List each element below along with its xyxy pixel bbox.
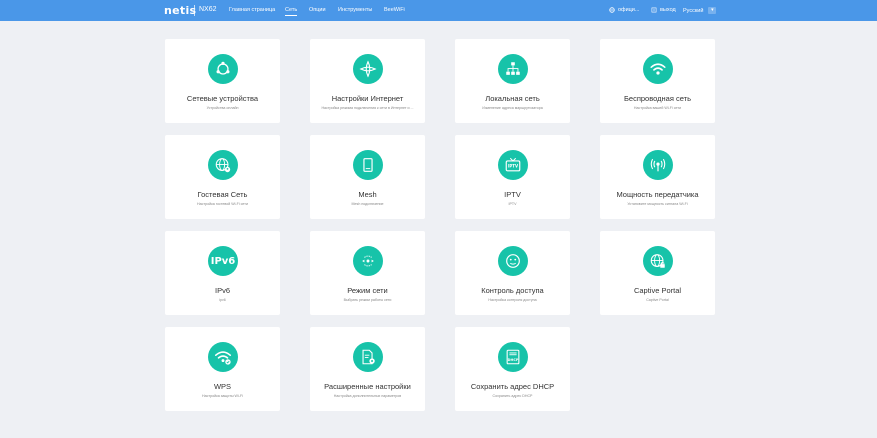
card-title: Сетевые устройства bbox=[186, 94, 259, 103]
nav-options[interactable]: Опции bbox=[309, 7, 326, 13]
card-wireless-network[interactable]: Беспроводная сеть Настройка вашей Wi-Fi … bbox=[600, 39, 715, 123]
top-navigation-bar: netis NX62 Главная страница Сеть Опции И… bbox=[0, 0, 877, 21]
nav-network[interactable]: Сеть bbox=[285, 7, 298, 16]
card-subtitle: IPTV bbox=[508, 202, 517, 206]
card-subtitle: Captive Portal bbox=[646, 298, 669, 302]
card-subtitle: Настройка защиты Wi-Fi bbox=[202, 394, 243, 398]
card-title: Локальная сеть bbox=[485, 94, 540, 103]
card-subtitle: Сохранить адрес DHCP bbox=[492, 394, 533, 398]
globe-icon bbox=[609, 7, 615, 13]
card-title: Mesh bbox=[358, 190, 377, 199]
lan-icon bbox=[498, 54, 528, 84]
captive-portal-icon bbox=[643, 246, 673, 276]
logout-button[interactable]: выход bbox=[651, 7, 676, 13]
logout-label: выход bbox=[660, 7, 676, 13]
ipv6-icon: IPv6 bbox=[208, 246, 238, 276]
card-guest-network[interactable]: Гостевая Сеть Настройка гостевой Wi-Fi с… bbox=[165, 135, 280, 219]
card-title: Беспроводная сеть bbox=[623, 94, 691, 103]
official-site-label: офици... bbox=[618, 7, 640, 13]
card-subtitle: Настройка вашей Wi-Fi сети bbox=[633, 106, 682, 110]
card-internet-settings[interactable]: Настройки Интернет Настройка режима подк… bbox=[310, 39, 425, 123]
internet-settings-icon bbox=[353, 54, 383, 84]
card-dhcp-reservation[interactable]: DHCP Сохранить адрес DHCP Сохранить адре… bbox=[455, 327, 570, 411]
card-network-devices[interactable]: Сетевые устройства Устройства онлайн bbox=[165, 39, 280, 123]
card-title: Режим сети bbox=[347, 286, 388, 295]
nav-tools[interactable]: Инструменты bbox=[338, 7, 372, 13]
brand-logo[interactable]: netis bbox=[164, 4, 196, 17]
card-subtitle: Установите мощность сигнала Wi-Fi bbox=[627, 202, 688, 206]
card-advanced-settings[interactable]: Расширенные настройки Настройка дополнит… bbox=[310, 327, 425, 411]
language-select[interactable]: Русский ▾ bbox=[683, 7, 717, 14]
transmit-power-icon bbox=[643, 150, 673, 180]
card-title: Гостевая Сеть bbox=[197, 190, 248, 199]
card-subtitle: Настройка дополнительных параметров bbox=[333, 394, 402, 398]
card-title: IPTV bbox=[504, 190, 521, 199]
card-access-control[interactable]: Контроль доступа Настройка контроля дост… bbox=[455, 231, 570, 315]
card-title: WPS bbox=[213, 382, 232, 391]
card-subtitle: Mesh подключение bbox=[351, 202, 384, 206]
card-iptv[interactable]: IPTV IPTV IPTV bbox=[455, 135, 570, 219]
network-mode-icon bbox=[353, 246, 383, 276]
card-subtitle: Настройка гостевой Wi-Fi сети bbox=[197, 202, 248, 206]
card-title: IPv6 bbox=[214, 286, 230, 295]
card-title: Настройки Интернет bbox=[331, 94, 404, 103]
card-ipv6[interactable]: IPv6 IPv6 ipv6 bbox=[165, 231, 280, 315]
nav-home[interactable]: Главная страница bbox=[229, 7, 275, 13]
network-devices-icon bbox=[208, 54, 238, 84]
ipv6-icon-label: IPv6 bbox=[210, 255, 236, 267]
wifi-icon bbox=[643, 54, 673, 84]
wps-icon bbox=[208, 342, 238, 372]
dhcp-reservation-icon: DHCP bbox=[498, 342, 528, 372]
iptv-icon-label: IPTV bbox=[508, 164, 519, 169]
mesh-icon bbox=[353, 150, 383, 180]
card-subtitle: ipv6 bbox=[219, 298, 226, 302]
advanced-settings-icon bbox=[353, 342, 383, 372]
language-label: Русский bbox=[683, 7, 704, 14]
logout-icon bbox=[651, 7, 657, 13]
card-title: Сохранить адрес DHCP bbox=[470, 382, 555, 391]
dhcp-icon-label: DHCP bbox=[508, 358, 519, 362]
card-captive-portal[interactable]: Captive Portal Captive Portal bbox=[600, 231, 715, 315]
card-title: Контроль доступа bbox=[481, 286, 544, 295]
access-control-icon bbox=[498, 246, 528, 276]
card-transmit-power[interactable]: Мощность передатчика Установите мощность… bbox=[600, 135, 715, 219]
card-title: Мощность передатчика bbox=[616, 190, 699, 199]
card-title: Captive Portal bbox=[633, 286, 682, 295]
card-wps[interactable]: WPS Настройка защиты Wi-Fi bbox=[165, 327, 280, 411]
official-site-link[interactable]: офици... bbox=[609, 7, 639, 13]
card-title: Расширенные настройки bbox=[324, 382, 411, 391]
card-local-network[interactable]: Локальная сеть Изменение адреса маршрути… bbox=[455, 39, 570, 123]
card-mesh[interactable]: Mesh Mesh подключение bbox=[310, 135, 425, 219]
card-subtitle: Выбрать режим работы сети bbox=[343, 298, 392, 302]
guest-network-icon bbox=[208, 150, 238, 180]
card-subtitle: Настройка режима подключения к сети в Ин… bbox=[321, 106, 414, 110]
card-subtitle: Устройства онлайн bbox=[206, 106, 239, 110]
chevron-down-icon: ▾ bbox=[708, 7, 717, 14]
nav-beewifi[interactable]: BeeWiFi bbox=[384, 7, 405, 13]
card-subtitle: Настройка контроля доступа bbox=[488, 298, 537, 302]
logo-divider bbox=[194, 5, 195, 16]
card-subtitle: Изменение адреса маршрутизатора bbox=[482, 106, 543, 110]
iptv-icon: IPTV bbox=[498, 150, 528, 180]
model-name: NX62 bbox=[199, 6, 217, 13]
card-network-mode[interactable]: Режим сети Выбрать режим работы сети bbox=[310, 231, 425, 315]
